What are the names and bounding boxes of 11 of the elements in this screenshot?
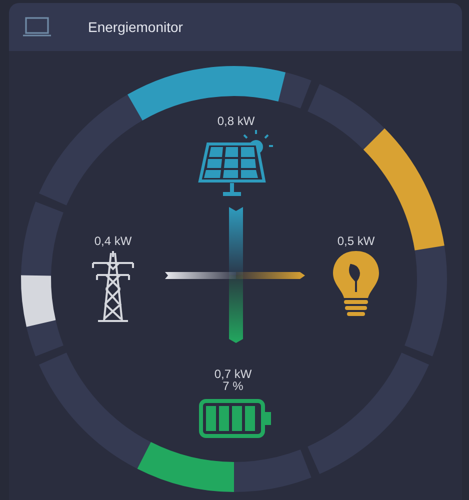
charge-percent: 7 % <box>222 379 244 393</box>
power-reading: 0,8 kW <box>217 114 255 128</box>
light-bulb-icon <box>333 251 379 316</box>
solar-panel-icon <box>198 130 273 196</box>
power-reading: 0,4 kW <box>94 234 132 248</box>
power-reading: 0,5 kW <box>337 234 375 248</box>
laptop-icon <box>23 17 51 37</box>
power-reading: 0,7 kW <box>214 367 252 381</box>
power-pylon-icon <box>92 250 134 322</box>
card-title: Energiemonitor <box>88 19 183 35</box>
battery-icon <box>199 399 271 438</box>
